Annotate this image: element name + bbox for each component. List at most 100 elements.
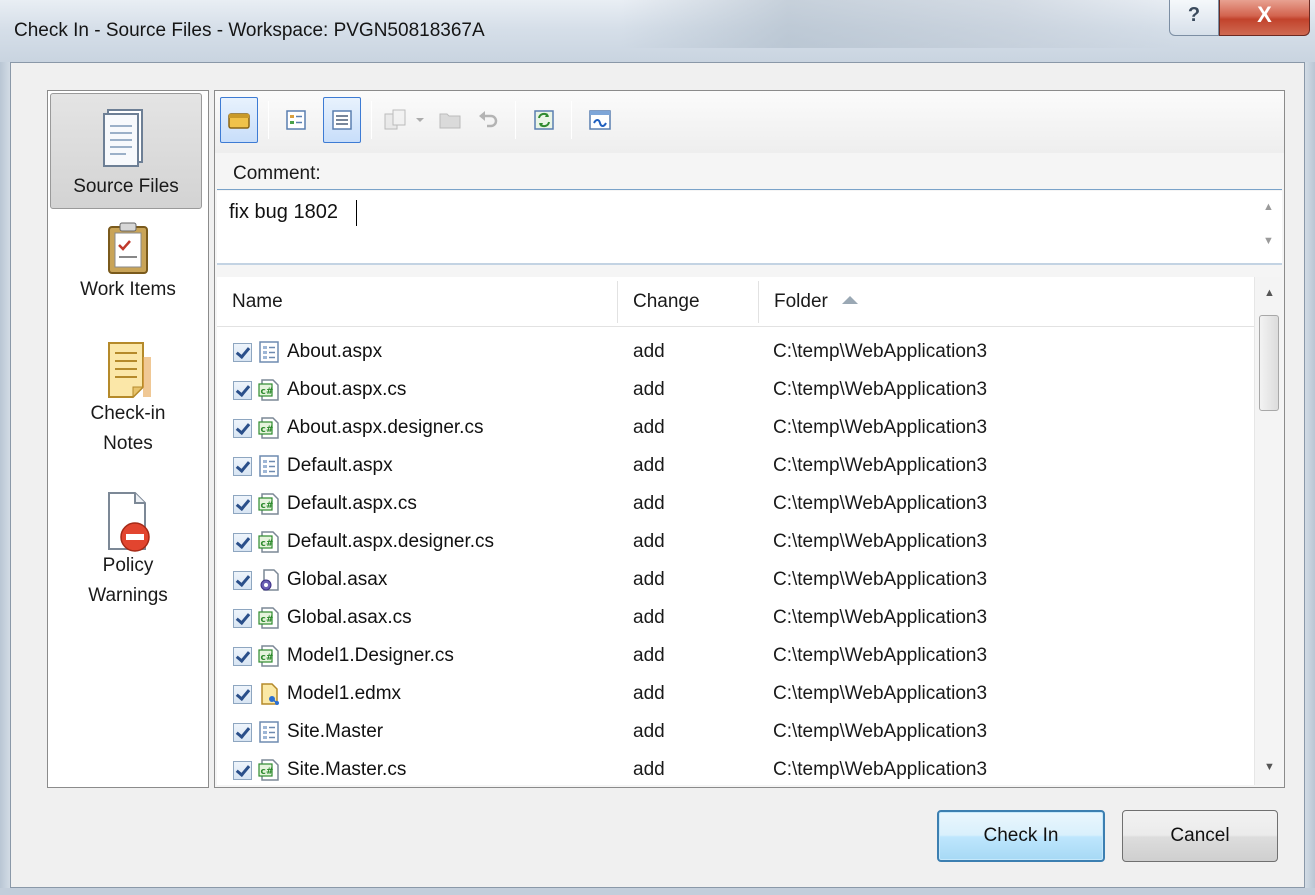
comment-textarea[interactable]: fix bug 1802 ▲ ▼ — [217, 191, 1282, 265]
compare-dropdown-icon — [416, 118, 424, 122]
policy-warnings-icon — [108, 492, 150, 552]
button-label: Check In — [983, 825, 1059, 846]
column-header-name[interactable]: Name — [217, 277, 617, 327]
sort-ascending-icon — [841, 295, 858, 304]
svg-text:c#: c# — [261, 767, 274, 777]
table-row[interactable]: Model1.edmx add C:\temp\WebApplication3 — [217, 675, 1254, 713]
comment-scrollbar[interactable]: ▲ ▼ — [1256, 191, 1282, 263]
channel-label: Work Items — [80, 279, 176, 300]
folder-path: C:\temp\WebApplication3 — [773, 683, 988, 704]
file-name: Site.Master — [287, 721, 384, 742]
change-type: add — [633, 721, 665, 742]
folder-path: C:\temp\WebApplication3 — [773, 455, 988, 476]
aspx-file-icon — [258, 340, 280, 364]
svg-text:c#: c# — [261, 425, 274, 435]
table-row[interactable]: Default.aspx add C:\temp\WebApplication3 — [217, 447, 1254, 485]
include-checkbox[interactable] — [233, 608, 252, 628]
shelve-button[interactable] — [220, 97, 258, 143]
folder-path: C:\temp\WebApplication3 — [773, 493, 988, 514]
scroll-up-icon[interactable]: ▲ — [1263, 201, 1274, 213]
csharp-file-icon: c# — [258, 606, 280, 630]
table-row[interactable]: c# Model1.Designer.cs add C:\temp\WebApplic… — [217, 637, 1254, 675]
channel-work-items[interactable]: Work Items — [48, 217, 208, 317]
table-row[interactable]: c# Site.Master.cs add C:\temp\WebApplicatio… — [217, 751, 1254, 789]
svg-text:c#: c# — [261, 653, 274, 663]
name-cell: About.aspx — [233, 333, 382, 371]
flat-view-button[interactable] — [277, 97, 315, 143]
refresh-button[interactable] — [525, 97, 563, 143]
name-cell: c# Global.asax.cs — [233, 599, 412, 637]
list-scrollbar[interactable]: ▲ ▼ — [1254, 277, 1282, 785]
tree-view-icon — [332, 110, 352, 130]
source-files-panel: Comment: fix bug 1802 ▲ ▼ Name Change Fo… — [214, 90, 1285, 788]
undo-button[interactable] — [469, 97, 507, 143]
channel-bar: Source Files Work Items Check-in Notes P… — [47, 90, 209, 788]
check-in-notes-icon — [108, 342, 151, 399]
column-header-folder[interactable]: Folder — [759, 277, 1254, 327]
scrollbar-thumb[interactable] — [1259, 315, 1279, 411]
table-row[interactable]: c# Default.aspx.designer.cs add C:\temp\Web… — [217, 523, 1254, 561]
include-checkbox[interactable] — [233, 684, 252, 704]
check-in-button[interactable]: Check In — [937, 810, 1105, 862]
include-checkbox[interactable] — [233, 532, 252, 552]
table-row[interactable]: About.aspx add C:\temp\WebApplication3 — [217, 333, 1254, 371]
folder-path: C:\temp\WebApplication3 — [773, 417, 988, 438]
include-checkbox[interactable] — [233, 494, 252, 514]
column-header-change[interactable]: Change — [618, 277, 758, 327]
channel-policy-warnings[interactable]: Policy Warnings — [48, 485, 208, 625]
compare-button[interactable] — [381, 97, 411, 143]
compare-dropdown-button[interactable] — [411, 97, 429, 143]
close-button[interactable]: X — [1219, 0, 1310, 36]
svg-text:c#: c# — [261, 539, 274, 549]
table-row[interactable]: c# About.aspx.cs add C:\temp\WebApplication… — [217, 371, 1254, 409]
svg-text:c#: c# — [261, 615, 274, 625]
close-icon: X — [1257, 2, 1272, 27]
edmx-file-icon — [258, 682, 280, 706]
include-checkbox[interactable] — [233, 722, 252, 742]
channel-check-in-notes[interactable]: Check-in Notes — [48, 335, 208, 465]
file-name: Default.aspx — [287, 455, 393, 476]
change-type: add — [633, 645, 665, 666]
table-row[interactable]: c# Default.aspx.cs add C:\temp\WebApplicati… — [217, 485, 1254, 523]
include-checkbox[interactable] — [233, 456, 252, 476]
flat-view-icon — [286, 110, 306, 130]
name-cell: Site.Master — [233, 713, 383, 751]
include-checkbox[interactable] — [233, 342, 252, 362]
toolbar-separator — [268, 101, 269, 139]
svg-text:c#: c# — [261, 501, 274, 511]
scroll-down-icon[interactable]: ▼ — [1264, 761, 1275, 773]
table-row[interactable]: Global.asax add C:\temp\WebApplication3 — [217, 561, 1254, 599]
comment-divider — [217, 189, 1282, 190]
pending-changes-list: Name Change Folder About.aspx add C:\temp\… — [217, 277, 1282, 785]
include-checkbox[interactable] — [233, 760, 252, 780]
cancel-button[interactable]: Cancel — [1122, 810, 1278, 862]
table-row[interactable]: c# About.aspx.designer.cs add C:\temp\WebAp… — [217, 409, 1254, 447]
svg-text:c#: c# — [261, 387, 274, 397]
include-checkbox[interactable] — [233, 380, 252, 400]
folder-path: C:\temp\WebApplication3 — [773, 607, 988, 628]
toolbar — [215, 91, 1284, 153]
channel-source-files[interactable]: Source Files — [50, 93, 202, 209]
scroll-up-icon[interactable]: ▲ — [1264, 287, 1275, 299]
file-name: About.aspx.cs — [287, 379, 407, 400]
csharp-file-icon: c# — [258, 644, 280, 668]
name-cell: Global.asax — [233, 561, 387, 599]
file-name: Global.asax — [287, 569, 388, 590]
include-checkbox[interactable] — [233, 570, 252, 590]
include-checkbox[interactable] — [233, 418, 252, 438]
shelve-icon — [228, 113, 250, 129]
open-folder-button[interactable] — [431, 97, 469, 143]
associate-button[interactable] — [581, 97, 619, 143]
table-row[interactable]: c# Global.asax.cs add C:\temp\WebApplicatio… — [217, 599, 1254, 637]
table-row[interactable]: Site.Master add C:\temp\WebApplication3 — [217, 713, 1254, 751]
aspx-file-icon — [258, 454, 280, 478]
tree-view-button[interactable] — [323, 97, 361, 143]
name-cell: c# Site.Master.cs — [233, 751, 406, 789]
help-button[interactable]: ? — [1169, 0, 1219, 36]
associate-icon — [589, 110, 611, 130]
undo-icon — [479, 111, 498, 128]
scroll-down-icon[interactable]: ▼ — [1263, 235, 1274, 247]
text-caret — [356, 200, 357, 226]
include-checkbox[interactable] — [233, 646, 252, 666]
list-rows: About.aspx add C:\temp\WebApplication3 c# Ab… — [217, 333, 1254, 789]
